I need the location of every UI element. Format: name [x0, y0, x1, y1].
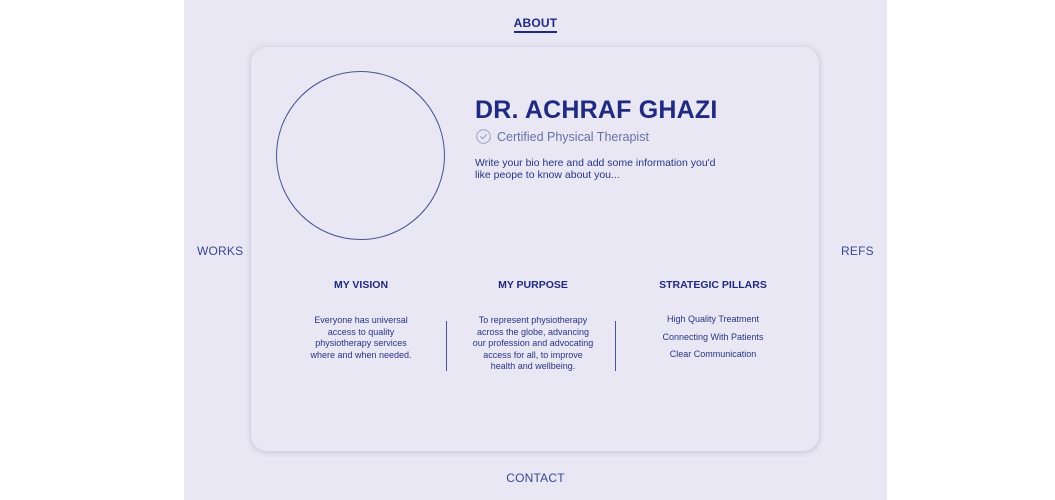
- column-divider: [615, 321, 616, 371]
- profile-title-row: Certified Physical Therapist: [476, 129, 649, 144]
- nav-works[interactable]: WORKS: [197, 244, 243, 258]
- nav-refs[interactable]: REFS: [841, 244, 874, 258]
- pillars-list: High Quality Treatment Connecting With P…: [645, 314, 781, 367]
- check-circle-icon: [476, 129, 491, 144]
- vision-text: Everyone has universal access to quality…: [310, 315, 412, 360]
- nav-about-label[interactable]: ABOUT: [513, 16, 558, 33]
- list-item: High Quality Treatment: [666, 314, 760, 324]
- purpose-text: To represent physiotherapy across the gl…: [472, 315, 594, 372]
- pillars-heading: STRATEGIC PILLARS: [659, 279, 767, 291]
- page-background: ABOUT WORKS REFS CONTACT DR. ACHRAF GHAZ…: [184, 0, 887, 500]
- profile-title: Certified Physical Therapist: [497, 129, 649, 144]
- list-item: Connecting With Patients: [662, 331, 764, 342]
- column-divider: [446, 321, 447, 371]
- nav-about[interactable]: ABOUT: [184, 16, 887, 33]
- list-item: Clear Communication: [669, 349, 757, 359]
- profile-bio: Write your bio here and add some informa…: [475, 157, 716, 181]
- vision-heading: MY VISION: [333, 279, 389, 291]
- purpose-heading: MY PURPOSE: [498, 279, 568, 291]
- profile-name: DR. ACHRAF GHAZI: [475, 96, 718, 124]
- about-card: DR. ACHRAF GHAZI Certified Physical Ther…: [251, 47, 819, 451]
- nav-contact[interactable]: CONTACT: [184, 471, 887, 485]
- avatar: [276, 71, 445, 240]
